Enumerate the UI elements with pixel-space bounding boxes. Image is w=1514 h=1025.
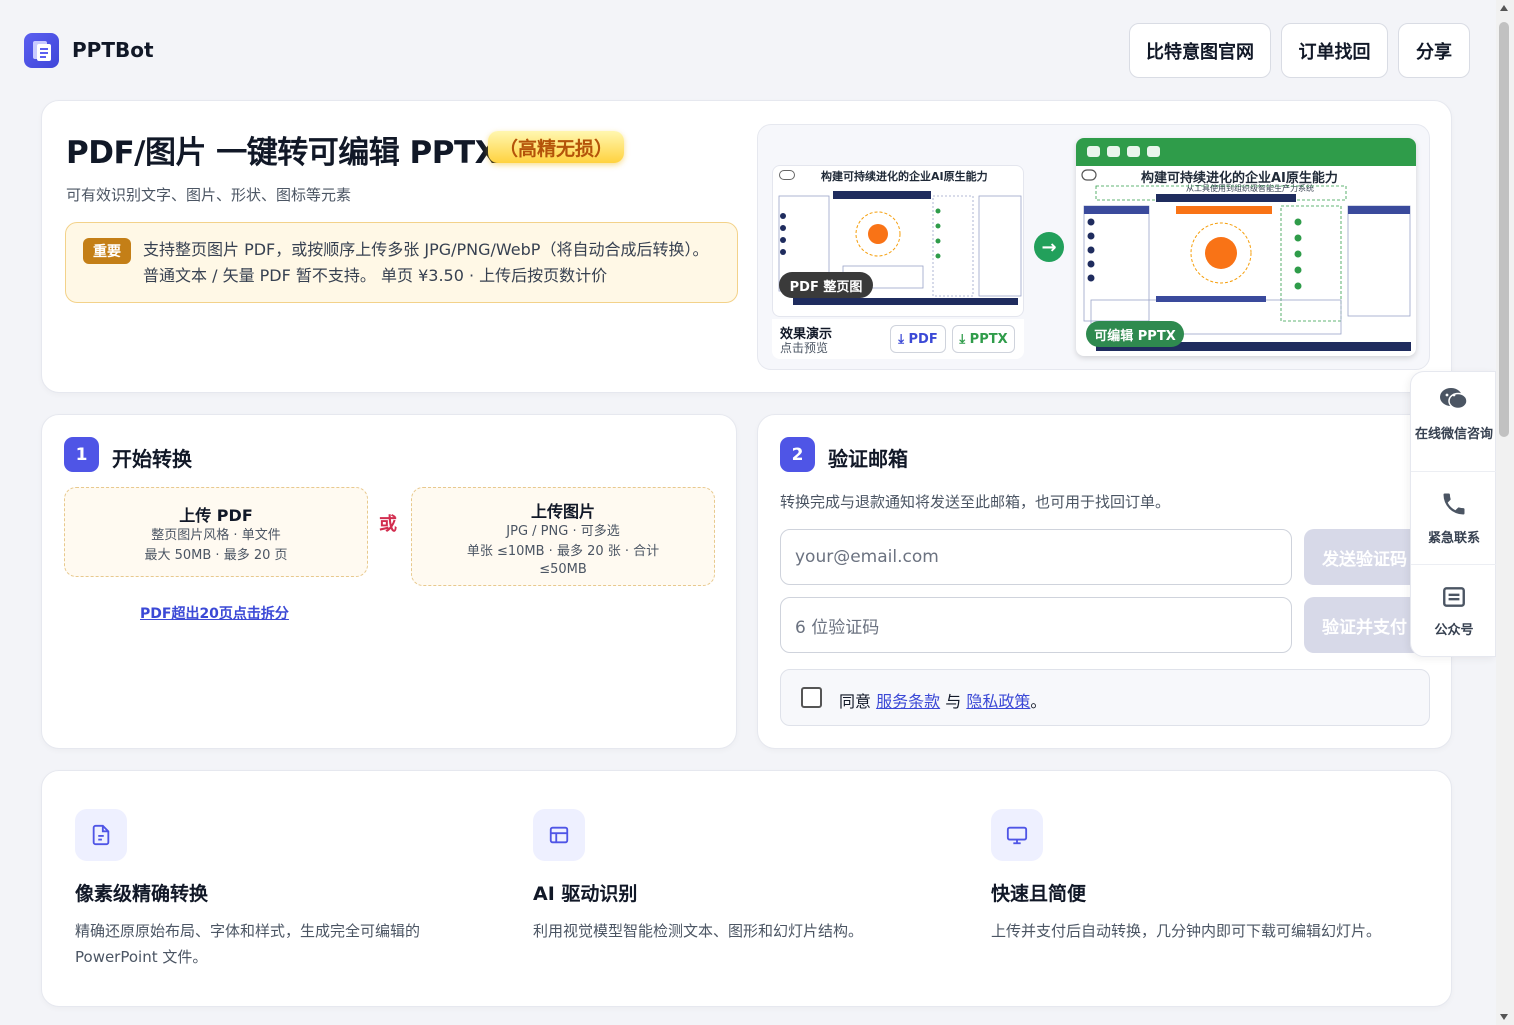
upload-image-total: ≤50MB <box>539 562 587 577</box>
agree-checkbox[interactable] <box>801 687 822 708</box>
demo-preview[interactable]: 构建可持续进化的企业AI原生能力 PDF 整页图 效果演示 点击预览 ⤓ PDF… <box>757 124 1430 370</box>
page-title: PDF/图片 一键转可编辑 PPTX <box>66 135 499 171</box>
start-conversion-card: 1 开始转换 上传 PDF 整页图片风格 · 单文件 最大 50MB · 最多 … <box>41 414 737 749</box>
or-separator: 或 <box>379 514 397 535</box>
share-button[interactable]: 分享 <box>1398 23 1470 78</box>
feature-description: 上传并支付后自动转换，几分钟内即可下载可编辑幻灯片。 <box>991 922 1382 940</box>
features-card: 像素级精确转换 精确还原原始布局、字体和样式，生成完全可编辑的 PowerPoi… <box>41 770 1452 1007</box>
step-number: 2 <box>780 437 815 472</box>
contact-sidebar: 在线微信咨询 紧急联系 公众号 <box>1410 371 1497 657</box>
feature-title: AI 驱动识别 <box>533 883 638 905</box>
pdf-caption: PDF 整页图 <box>779 272 873 298</box>
feature-description: 利用视觉模型智能检测文本、图形和幻灯片结构。 <box>533 922 864 940</box>
document-icon <box>75 809 127 861</box>
phone-icon <box>1443 493 1465 515</box>
agreement-row: 同意 服务条款 与 隐私政策。 <box>780 669 1430 726</box>
terms-link[interactable]: 服务条款 <box>876 692 940 711</box>
upload-pdf-dropzone[interactable]: 上传 PDF 整页图片风格 · 单文件 最大 50MB · 最多 20 页 <box>64 487 368 577</box>
split-pdf-link[interactable]: PDF超出20页点击拆分 <box>140 603 289 623</box>
wechat-icon <box>1440 388 1468 410</box>
official-account-button[interactable]: 公众号 <box>1411 584 1497 639</box>
email-input[interactable]: your@email.com <box>780 529 1292 585</box>
feature-title: 像素级精确转换 <box>75 883 209 905</box>
upload-pdf-limit: 最大 50MB · 最多 20 页 <box>144 548 288 563</box>
scroll-up-icon[interactable] <box>1500 5 1508 11</box>
upload-pdf-hint: 整页图片风格 · 单文件 <box>151 528 281 543</box>
urgent-contact-label: 紧急联系 <box>1427 531 1480 546</box>
email-description: 转换完成与退款通知将发送至此邮箱，也可用于找回订单。 <box>780 493 1171 511</box>
order-recovery-button[interactable]: 订单找回 <box>1281 23 1388 78</box>
step-title: 开始转换 <box>112 447 192 471</box>
step-number: 1 <box>64 437 99 472</box>
wechat-label: 在线微信咨询 <box>1414 427 1493 442</box>
notice-tag: 重要 <box>83 238 131 264</box>
demo-info: 效果演示 点击预览 ⤓ PDF ⤓ PPTX <box>772 319 1024 359</box>
pptx-preview-image[interactable]: 构建可持续进化的企业AI原生能力 从工具使用到组织级智能生产力系统 可编辑 PP… <box>1076 138 1416 356</box>
upload-image-title: 上传图片 <box>530 502 595 521</box>
demo-subtitle[interactable]: 点击预览 <box>780 339 828 356</box>
agreement-text: 同意 服务条款 与 隐私政策。 <box>839 692 1047 711</box>
upload-image-limit: 单张 ≤10MB · 最多 20 张 · 合计 <box>466 544 660 559</box>
official-account-label: 公众号 <box>1434 623 1474 638</box>
feature-title: 快速且简便 <box>991 883 1087 905</box>
verification-code-input[interactable]: 6 位验证码 <box>780 597 1292 653</box>
download-pptx-button[interactable]: ⤓ PPTX <box>952 325 1015 353</box>
newspaper-icon <box>1443 587 1465 607</box>
privacy-link[interactable]: 隐私政策 <box>966 692 1030 711</box>
hero-card: PDF/图片 一键转可编辑 PPTX （高精无损） 可有效识别文字、图片、形状、… <box>41 100 1452 393</box>
wechat-consult-button[interactable]: 在线微信咨询 <box>1411 386 1497 443</box>
upload-pdf-title: 上传 PDF <box>179 506 253 525</box>
verify-email-card: 2 验证邮箱 转换完成与退款通知将发送至此邮箱，也可用于找回订单。 your@e… <box>757 414 1452 749</box>
logo-icon[interactable] <box>24 33 59 68</box>
step-title: 验证邮箱 <box>828 447 908 471</box>
pptx-caption: 可编辑 PPTX <box>1086 321 1184 347</box>
brand-name[interactable]: PPTBot <box>72 38 154 62</box>
important-notice: 重要 支持整页图片 PDF，或按顺序上传多张 JPG/PNG/WebP（将自动合… <box>65 222 738 303</box>
quality-badge: （高精无损） <box>488 131 624 163</box>
notice-text: 支持整页图片 PDF，或按顺序上传多张 JPG/PNG/WebP（将自动合成后转… <box>143 240 709 285</box>
page-scrollbar[interactable] <box>1496 0 1514 1025</box>
header: PPTBot 比特意图官网 订单找回 分享 <box>0 0 1496 100</box>
arrow-right-icon: → <box>1034 232 1064 262</box>
pdf-preview-thumbnail[interactable]: 构建可持续进化的企业AI原生能力 PDF 整页图 <box>772 165 1024 317</box>
download-pdf-button[interactable]: ⤓ PDF <box>890 325 946 353</box>
monitor-icon <box>991 809 1043 861</box>
official-site-button[interactable]: 比特意图官网 <box>1129 23 1271 78</box>
hero-subtitle: 可有效识别文字、图片、形状、图标等元素 <box>66 186 352 204</box>
urgent-contact-button[interactable]: 紧急联系 <box>1411 490 1497 547</box>
upload-image-hint: JPG / PNG · 可多选 <box>506 524 620 539</box>
scroll-down-icon[interactable] <box>1500 1014 1508 1020</box>
upload-image-dropzone[interactable]: 上传图片 JPG / PNG · 可多选 单张 ≤10MB · 最多 20 张 … <box>411 487 715 586</box>
layout-icon <box>533 809 585 861</box>
scroll-thumb[interactable] <box>1499 22 1509 437</box>
feature-description: 精确还原原始布局、字体和样式，生成完全可编辑的 PowerPoint 文件。 <box>75 922 421 966</box>
